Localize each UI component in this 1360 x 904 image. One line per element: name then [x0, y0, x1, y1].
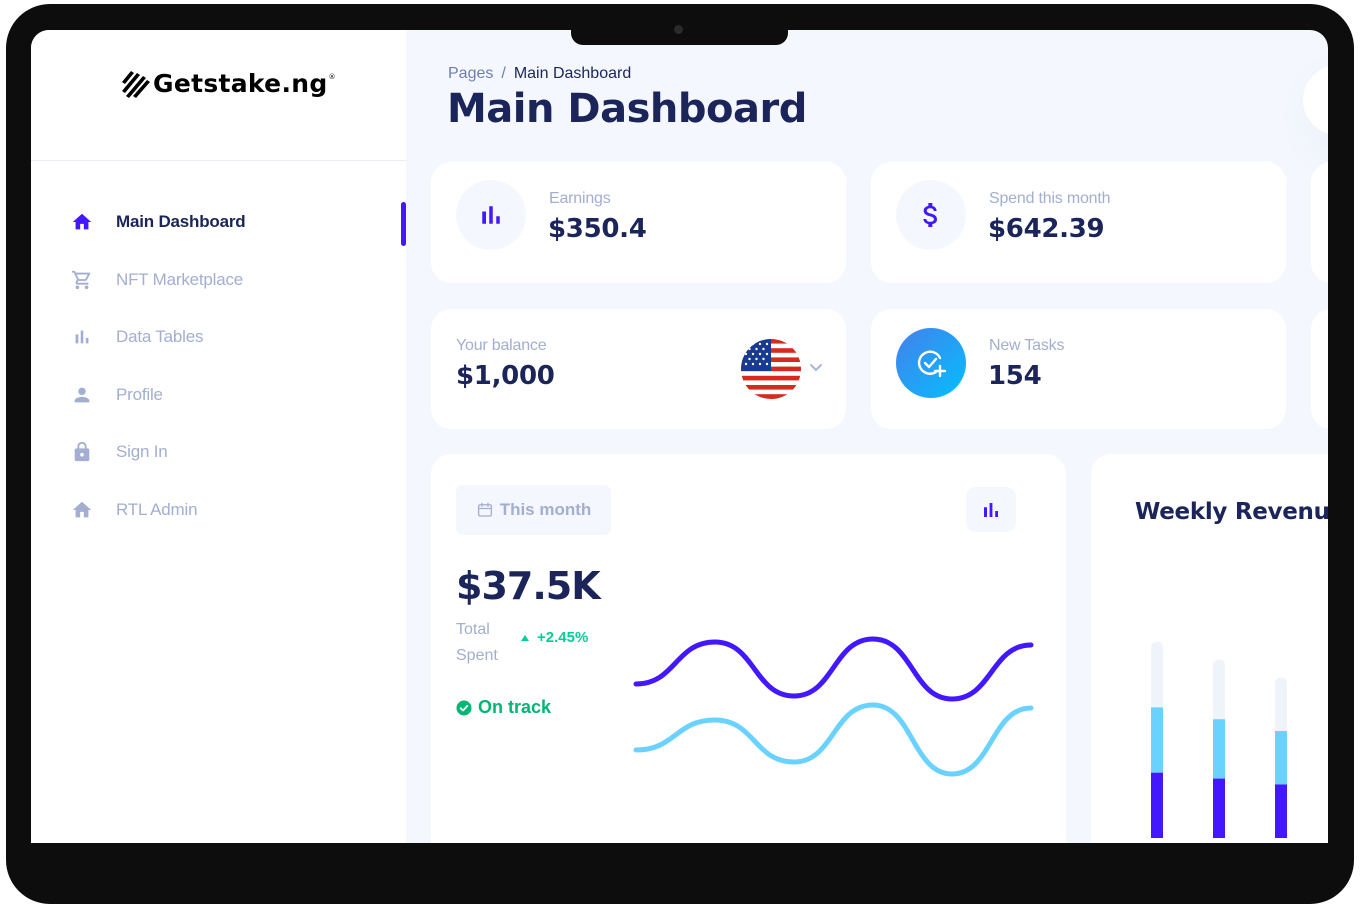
weekly-revenue-bar-chart: 171819	[1141, 624, 1328, 843]
sidebar-item-label: NFT Marketplace	[116, 270, 243, 290]
weekly-revenue-card: Weekly Revenue 171819	[1091, 454, 1328, 843]
status-badge: On track	[456, 697, 551, 718]
sidebar-item-profile[interactable]: Profile	[31, 373, 406, 431]
sidebar-item-label: RTL Admin	[116, 500, 197, 520]
sidebar-item-label: Main Dashboard	[116, 212, 245, 232]
sidebar-divider	[31, 160, 406, 161]
logo-text: Getstake.ng	[153, 69, 328, 98]
app-logo[interactable]: Getstake.ng®	[119, 66, 336, 100]
sidebar-item-label: Profile	[116, 385, 163, 405]
sidebar-nav: Main Dashboard NFT Marketplace Data Tabl…	[31, 200, 406, 545]
total-spent-caption: Total Spent	[456, 617, 516, 669]
balance-value: $1,000	[456, 361, 555, 391]
bar-segment	[1213, 779, 1225, 838]
earnings-card: Earnings $350.4	[431, 162, 846, 283]
check-circle-icon	[456, 700, 472, 716]
sidebar-item-sign-in[interactable]: Sign In	[31, 430, 406, 488]
tasks-value: 154	[988, 361, 1041, 391]
tasks-card: New Tasks 154	[871, 309, 1286, 429]
line-series-1	[636, 639, 1031, 699]
cart-icon	[71, 269, 93, 291]
spend-label: Spend this month	[989, 190, 1110, 208]
calendar-icon	[476, 501, 494, 519]
home-icon	[71, 211, 93, 233]
bar-segment	[1151, 707, 1163, 772]
this-month-button[interactable]: This month	[456, 485, 611, 535]
sidebar-item-main-dashboard[interactable]: Main Dashboard	[31, 200, 406, 258]
spend-icon-wrap	[896, 180, 966, 250]
total-spent-amount: $37.5K	[456, 564, 600, 608]
chart-options-button[interactable]	[966, 487, 1016, 532]
status-text: On track	[478, 697, 551, 718]
change-value: +2.45%	[537, 629, 588, 646]
page-title: Main Dashboard	[447, 86, 807, 132]
chevron-down-icon[interactable]	[809, 363, 823, 373]
balance-card: Your balance $1,000	[431, 309, 846, 429]
tasks-label: New Tasks	[989, 337, 1064, 355]
breadcrumb-separator: /	[501, 65, 505, 82]
dollar-icon	[915, 199, 947, 231]
bar-segment	[1275, 678, 1287, 732]
active-indicator	[401, 202, 406, 246]
bar-segment	[1151, 773, 1163, 838]
sidebar-item-label: Sign In	[116, 442, 168, 462]
earnings-label: Earnings	[549, 190, 611, 208]
bar-chart-icon	[476, 200, 506, 230]
spend-card: Spend this month $642.39	[871, 162, 1286, 283]
line-series-2	[636, 705, 1031, 774]
home-icon	[71, 499, 93, 521]
bar-segment	[1275, 731, 1287, 785]
bar-segment	[1213, 719, 1225, 778]
logo-stripes-icon	[119, 68, 151, 98]
sidebar-item-label: Data Tables	[116, 327, 203, 347]
person-icon	[71, 384, 93, 406]
bar-segment	[1213, 660, 1225, 719]
earnings-icon-wrap	[456, 180, 526, 250]
breadcrumb-root-link[interactable]: Pages	[448, 65, 493, 82]
arrow-up-icon	[521, 635, 529, 641]
check-add-icon	[914, 346, 948, 380]
this-month-label: This month	[500, 500, 592, 520]
earnings-value: $350.4	[548, 214, 647, 244]
sidebar-item-rtl-admin[interactable]: RTL Admin	[31, 488, 406, 546]
bar-chart-icon	[71, 326, 93, 348]
bar-segment	[1275, 785, 1287, 839]
app-screen: Getstake.ng® Main Dashboard NFT Marketpl…	[31, 30, 1328, 843]
us-flag-icon[interactable]	[741, 339, 801, 399]
header-toolbar[interactable]	[1303, 65, 1328, 135]
sidebar-item-nft-marketplace[interactable]: NFT Marketplace	[31, 258, 406, 316]
balance-label: Your balance	[456, 337, 546, 355]
breadcrumb-current[interactable]: Main Dashboard	[514, 65, 631, 82]
spending-line-chart: SEPOCTNOVDECJANFEB	[621, 594, 1061, 843]
logo-registered-mark: ®	[329, 73, 336, 81]
spend-value: $642.39	[988, 214, 1104, 244]
lock-icon	[71, 441, 93, 463]
change-indicator: +2.45%	[521, 629, 588, 646]
device-notch	[571, 24, 788, 45]
total-spent-card: This month $37.5K Total Spent +2.45% On …	[431, 454, 1066, 843]
bar-segment	[1151, 642, 1163, 707]
weekly-revenue-title: Weekly Revenue	[1135, 499, 1328, 525]
offscreen-card-mid	[1311, 309, 1328, 429]
sidebar: Getstake.ng® Main Dashboard NFT Marketpl…	[31, 30, 406, 843]
offscreen-card-top	[1311, 162, 1328, 283]
camera-dot	[674, 25, 683, 34]
sidebar-item-data-tables[interactable]: Data Tables	[31, 315, 406, 373]
breadcrumb: Pages / Main Dashboard	[448, 65, 631, 83]
bar-chart-icon	[979, 498, 1003, 522]
tasks-icon-wrap	[896, 328, 966, 398]
